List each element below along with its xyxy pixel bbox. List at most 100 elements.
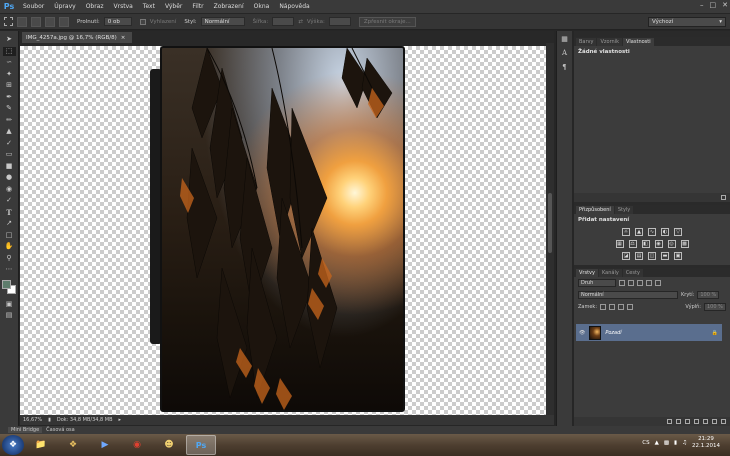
- healing-brush-tool-icon[interactable]: ✎: [3, 104, 16, 114]
- language-indicator[interactable]: CS: [642, 440, 649, 446]
- chrome-icon[interactable]: ◉: [122, 435, 152, 455]
- tab-kanaly[interactable]: Kanály: [598, 269, 622, 277]
- type-tool-icon[interactable]: T: [3, 208, 16, 218]
- media-player-icon[interactable]: ▶: [90, 435, 120, 455]
- tab-barvy[interactable]: Barvy: [576, 38, 597, 46]
- photoshop-taskbar-icon[interactable]: Ps: [186, 435, 216, 455]
- canvas-area[interactable]: [20, 43, 546, 415]
- new-adjustment-icon[interactable]: [694, 419, 699, 424]
- dodge-tool-icon[interactable]: ◉: [3, 185, 16, 195]
- layer-name[interactable]: Pozadí: [605, 330, 621, 336]
- clone-stamp-tool-icon[interactable]: ▲: [3, 127, 16, 137]
- tab-vlastnosti[interactable]: Vlastnosti: [623, 38, 654, 46]
- brush-tool-icon[interactable]: ✏: [3, 116, 16, 126]
- gradient-tool-icon[interactable]: ■: [3, 162, 16, 172]
- selective-color-icon[interactable]: ▣: [674, 252, 682, 260]
- close-icon[interactable]: ✕: [722, 1, 728, 9]
- paragraph-icon[interactable]: ¶: [562, 63, 566, 71]
- tab-timeline[interactable]: Časová osa: [46, 427, 75, 433]
- explorer-icon[interactable]: 📁: [26, 435, 56, 455]
- more-tools-icon[interactable]: ⋯: [3, 265, 16, 275]
- zoom-tool-icon[interactable]: ⚲: [3, 254, 16, 264]
- link-layers-icon[interactable]: [667, 419, 672, 424]
- path-select-tool-icon[interactable]: ↗: [3, 219, 16, 229]
- photo-filter-icon[interactable]: ◉: [654, 240, 663, 248]
- tab-styly[interactable]: Styly: [614, 206, 634, 214]
- marquee-preset-icon[interactable]: [4, 17, 13, 26]
- quick-select-tool-icon[interactable]: ✦: [3, 70, 16, 80]
- layer-row-background[interactable]: 👁 Pozadí 🔒: [576, 324, 722, 341]
- layer-style-icon[interactable]: [676, 419, 681, 424]
- color-balance-icon[interactable]: ⚖: [628, 240, 637, 248]
- visibility-eye-icon[interactable]: 👁: [579, 330, 585, 336]
- lock-all-icon[interactable]: [627, 304, 634, 310]
- width-input[interactable]: [272, 17, 295, 26]
- filter-shape-icon[interactable]: [646, 280, 652, 286]
- gradient-map-icon[interactable]: ▬: [661, 252, 669, 260]
- tab-prizpusobeni[interactable]: Přizpůsobení: [576, 206, 614, 214]
- volume-icon[interactable]: ♫: [682, 440, 687, 446]
- hand-tool-icon[interactable]: ✋: [3, 242, 16, 252]
- layer-mask-icon[interactable]: [685, 419, 690, 424]
- minimize-icon[interactable]: –: [700, 1, 704, 9]
- lock-transparent-icon[interactable]: [600, 304, 607, 310]
- blend-mode-select[interactable]: Normální: [578, 291, 678, 299]
- hue-saturation-icon[interactable]: ▦: [615, 240, 624, 248]
- new-group-icon[interactable]: [703, 419, 708, 424]
- document-tab[interactable]: IMG_4257a.jpg @ 16,7% (RGB/8) ×: [22, 32, 132, 43]
- history-brush-tool-icon[interactable]: ✓: [3, 139, 16, 149]
- battery-icon[interactable]: ▮: [674, 440, 677, 446]
- channel-mixer-icon[interactable]: ◎: [667, 240, 676, 248]
- network-icon[interactable]: ▩: [664, 440, 669, 446]
- tab-vzornik[interactable]: Vzorník: [597, 38, 622, 46]
- vibrance-icon[interactable]: ▽: [674, 228, 682, 236]
- close-tab-icon[interactable]: ×: [121, 35, 126, 41]
- photo-image[interactable]: [160, 46, 405, 412]
- menu-vrstva[interactable]: Vrstva: [109, 3, 138, 10]
- crop-tool-icon[interactable]: ⊞: [3, 81, 16, 91]
- rect-marquee-tool-icon[interactable]: ⬚: [2, 46, 16, 56]
- color-lookup-icon[interactable]: ▩: [680, 240, 689, 248]
- start-button[interactable]: ❖: [2, 435, 24, 455]
- lasso-tool-icon[interactable]: ∽: [3, 58, 16, 68]
- threshold-icon[interactable]: ◫: [648, 252, 656, 260]
- pen-tool-icon[interactable]: ✓: [3, 196, 16, 206]
- tab-mini-bridge[interactable]: Mini Bridge: [8, 427, 43, 433]
- levels-icon[interactable]: ▲: [635, 228, 643, 236]
- color-swatches[interactable]: [2, 279, 16, 294]
- menu-text[interactable]: Text: [138, 3, 160, 10]
- filter-adjustment-icon[interactable]: [628, 280, 634, 286]
- menu-filtr[interactable]: Filtr: [187, 3, 208, 10]
- black-white-icon[interactable]: ◧: [641, 240, 650, 248]
- screen-mode-icon[interactable]: ▤: [3, 311, 16, 321]
- rectangle-tool-icon[interactable]: □: [3, 231, 16, 241]
- invert-icon[interactable]: ◪: [622, 252, 630, 260]
- move-tool-icon[interactable]: ➤: [3, 35, 16, 45]
- clock[interactable]: 21:29 22.1.2014: [692, 436, 720, 450]
- app-pinned-icon[interactable]: ❖: [58, 435, 88, 455]
- foreground-color-swatch[interactable]: [2, 279, 11, 289]
- contacts-app-icon[interactable]: ☻: [154, 435, 184, 455]
- lock-position-icon[interactable]: [618, 304, 625, 310]
- feather-input[interactable]: 0 ob: [103, 17, 132, 26]
- refine-edge-button[interactable]: Zpřesnit okraje...: [358, 16, 416, 27]
- trash-icon[interactable]: [721, 195, 726, 200]
- filter-pixel-icon[interactable]: [619, 280, 625, 286]
- intersect-selection-icon[interactable]: [59, 16, 69, 27]
- character-icon[interactable]: A: [562, 49, 567, 57]
- vertical-scroll-thumb[interactable]: [548, 193, 552, 253]
- menu-zobrazeni[interactable]: Zobrazení: [209, 3, 249, 10]
- menu-napoveda[interactable]: Nápověda: [274, 3, 314, 10]
- history-icon[interactable]: ▦: [561, 35, 568, 43]
- menu-okna[interactable]: Okna: [249, 3, 275, 10]
- style-select[interactable]: Normální: [200, 17, 245, 26]
- exposure-icon[interactable]: ◐: [661, 228, 669, 236]
- subtract-selection-icon[interactable]: [45, 16, 55, 27]
- fill-input[interactable]: 100 %: [704, 303, 726, 311]
- workspace-select[interactable]: Výchozí ▾: [648, 17, 726, 27]
- tray-expand-icon[interactable]: ▲: [655, 440, 659, 446]
- tab-cesty[interactable]: Cesty: [622, 269, 643, 277]
- menu-obraz[interactable]: Obraz: [81, 3, 109, 10]
- eyedropper-tool-icon[interactable]: ✒: [3, 93, 16, 103]
- menu-vyber[interactable]: Výběr: [160, 3, 187, 10]
